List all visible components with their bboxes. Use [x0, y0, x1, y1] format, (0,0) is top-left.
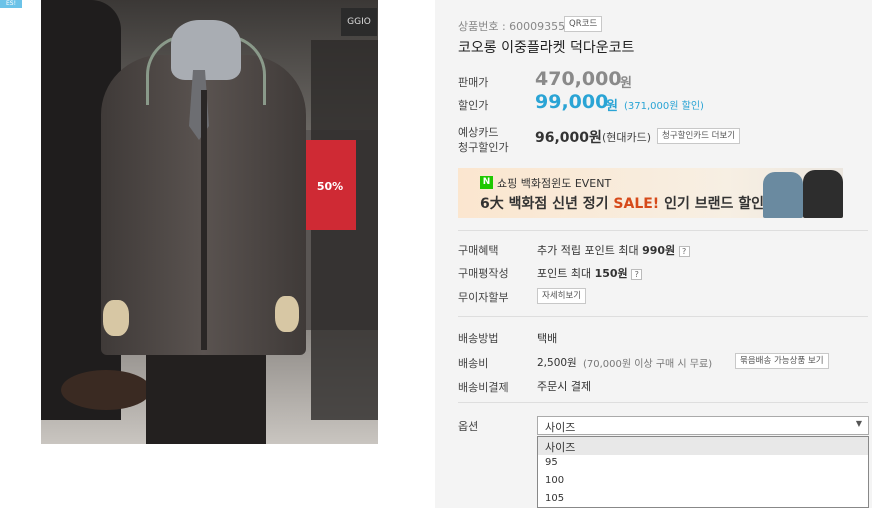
list-price-label: 판매가 — [458, 76, 489, 89]
size-select-value: 사이즈 — [545, 421, 576, 434]
banner-title-sale: SALE! — [613, 196, 660, 212]
event-banner[interactable]: N 쇼핑 백화점윈도 EVENT 6大 백화점 신년 정기 SALE! 인기 브… — [458, 168, 843, 218]
divider — [458, 230, 868, 231]
banner-title-part2: 인기 브랜드 할인 — [659, 196, 764, 212]
banner-suit-image — [803, 170, 843, 218]
size-option[interactable]: 사이즈 — [538, 437, 868, 455]
photo-mannequin-head — [171, 20, 241, 80]
naver-n-icon: N — [480, 176, 493, 189]
sale-price: 99,000 — [535, 91, 609, 113]
banner-title: 6大 백화점 신년 정기 SALE! 인기 브랜드 할인 — [480, 193, 764, 213]
photo-right-hand — [275, 296, 299, 332]
divider — [458, 316, 868, 317]
size-select[interactable]: 사이즈 ▼ — [537, 416, 869, 435]
qr-code-button[interactable]: QR코드 — [564, 16, 603, 32]
review-label: 구매평작성 — [458, 267, 509, 280]
size-option[interactable]: 95 — [538, 455, 868, 473]
shipping-payment-label: 배송비결제 — [458, 381, 509, 394]
list-price-currency: 원 — [620, 76, 632, 91]
list-price: 470,000 — [535, 68, 622, 90]
shipping-method-value: 택배 — [537, 332, 558, 345]
shipping-fee-label: 배송비 — [458, 357, 489, 370]
photo-brand-sign: GGIO — [341, 8, 377, 36]
photo-legs — [146, 350, 266, 444]
card-price-label-line1: 예상카드 — [458, 126, 499, 139]
help-icon[interactable]: ? — [678, 245, 690, 257]
shipping-fee-note: (70,000원 이상 구매 시 무료) — [583, 359, 713, 370]
corner-badge: ES! — [0, 0, 22, 8]
shipping-payment-value: 주문시 결제 — [537, 380, 592, 393]
shipping-method-label: 배송방법 — [458, 332, 499, 345]
size-dropdown-list: 사이즈 95 100 105 — [537, 436, 869, 508]
size-option[interactable]: 105 — [538, 491, 868, 508]
benefit-text-prefix: 추가 적립 포인트 최대 — [537, 244, 643, 257]
card-discount-more-button[interactable]: 청구할인카드 더보기 — [657, 128, 741, 144]
photo-sale-sign: 50% — [304, 140, 356, 230]
benefit-text: 추가 적립 포인트 최대 990원 ? — [537, 242, 690, 258]
banner-title-part1: 6大 백화점 신년 정기 — [480, 196, 614, 212]
review-text: 포인트 최대 150원 ? — [537, 265, 643, 281]
product-title: 코오롱 이중플라켓 덕다운코트 — [458, 40, 635, 56]
card-price-label-line2: 청구할인가 — [458, 141, 509, 154]
benefit-label: 구매혜택 — [458, 244, 499, 257]
help-icon[interactable]: ? — [631, 268, 643, 280]
product-code: 상품번호 : 600093554 — [458, 20, 573, 33]
benefit-points: 990원 — [642, 244, 676, 257]
installment-detail-button[interactable]: 자세히보기 — [537, 288, 587, 304]
size-option[interactable]: 100 — [538, 473, 868, 491]
photo-left-hand — [103, 300, 129, 336]
review-text-prefix: 포인트 최대 — [537, 267, 595, 280]
installment-label: 무이자할부 — [458, 291, 509, 304]
card-price: 96,000원 — [535, 130, 602, 146]
divider — [458, 402, 868, 403]
product-image: GGIO 50% — [41, 0, 378, 444]
card-name: (현대카드) — [602, 131, 652, 144]
discount-amount: (371,000원 할인) — [624, 101, 704, 112]
chevron-down-icon: ▼ — [855, 419, 862, 428]
sale-price-currency: 원 — [606, 99, 618, 114]
sale-price-label: 할인가 — [458, 99, 489, 112]
banner-subtitle: 쇼핑 백화점윈도 EVENT — [497, 177, 612, 190]
review-points: 150원 — [594, 267, 628, 280]
shipping-fee-value: 2,500원 — [537, 357, 577, 369]
product-info-panel: 상품번호 : 600093554 QR코드 코오롱 이중플라켓 덕다운코트 판매… — [435, 0, 872, 508]
photo-placket — [201, 90, 207, 350]
photo-left-shoe — [61, 370, 151, 410]
banner-coat-image — [763, 172, 803, 218]
photo-background-mannequin — [311, 40, 378, 420]
option-label: 옵션 — [458, 420, 479, 433]
bundle-shipping-button[interactable]: 묶음배송 가능상품 보기 — [735, 353, 829, 369]
